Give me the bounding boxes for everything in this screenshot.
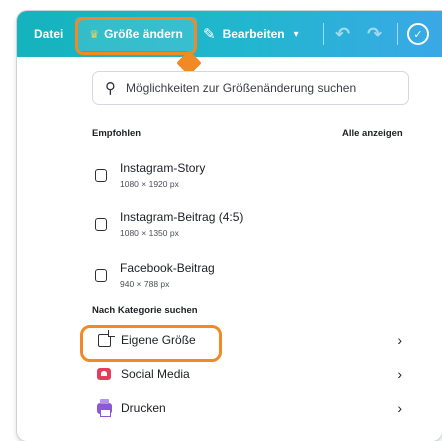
print-icon xyxy=(96,398,112,417)
file-menu-label: Datei xyxy=(34,27,64,41)
category-item-label: Social Media xyxy=(121,367,190,381)
checkbox[interactable] xyxy=(95,218,107,231)
recommended-item-title: Facebook-Beitrag xyxy=(120,261,215,275)
category-heading: Nach Kategorie suchen xyxy=(92,305,198,316)
file-menu-button[interactable]: Datei xyxy=(34,11,63,57)
checkbox[interactable] xyxy=(95,269,107,282)
category-item-label: Drucken xyxy=(121,401,166,415)
chevron-right-icon: › xyxy=(397,366,402,382)
search-icon: ⚲ xyxy=(105,80,116,97)
category-item-social-media[interactable]: Social Media › xyxy=(92,360,412,388)
redo-icon: ↷ xyxy=(367,23,383,44)
chevron-right-icon: › xyxy=(397,400,402,416)
edit-menu-button[interactable]: ✎ Bearbeiten ▾ xyxy=(203,11,299,57)
edit-menu-label: Bearbeiten xyxy=(222,27,285,41)
recommended-item-size: 1080 × 1920 px xyxy=(120,179,179,189)
toolbar-divider xyxy=(397,23,398,45)
redo-button[interactable]: ↷ xyxy=(367,11,382,57)
check-icon: ✓ xyxy=(413,28,423,41)
toolbar-divider xyxy=(323,23,324,45)
social-media-icon xyxy=(96,366,112,382)
resize-search-box[interactable]: ⚲ xyxy=(92,71,409,105)
highlight-callout-resize xyxy=(75,17,197,55)
cloud-save-button[interactable]: ✓ xyxy=(407,23,429,45)
recommended-heading: Empfohlen xyxy=(92,128,142,139)
recommended-item[interactable]: Instagram-Beitrag (4:5) 1080 × 1350 px xyxy=(95,210,395,246)
category-item-print[interactable]: Drucken › xyxy=(92,394,412,422)
search-input[interactable] xyxy=(126,81,396,95)
chevron-down-icon: ▾ xyxy=(293,28,299,40)
undo-button[interactable]: ↶ xyxy=(335,11,350,57)
recommended-item-size: 1080 × 1350 px xyxy=(120,228,179,238)
resize-panel: Datei ♛ Größe ändern ✎ Bearbeiten ▾ ↶ ↷ … xyxy=(17,11,442,441)
see-all-link[interactable]: Alle anzeigen xyxy=(342,128,403,139)
undo-icon: ↶ xyxy=(335,23,351,44)
chevron-right-icon: › xyxy=(397,332,402,348)
pencil-icon: ✎ xyxy=(203,26,216,43)
highlight-callout-custom-size xyxy=(80,325,222,362)
recommended-item-size: 940 × 788 px xyxy=(120,279,170,289)
recommended-item-title: Instagram-Story xyxy=(120,161,206,175)
recommended-item-title: Instagram-Beitrag (4:5) xyxy=(120,210,244,224)
checkbox[interactable] xyxy=(95,169,107,182)
recommended-item[interactable]: Instagram-Story 1080 × 1920 px xyxy=(95,161,395,197)
recommended-item[interactable]: Facebook-Beitrag 940 × 788 px xyxy=(95,261,395,297)
